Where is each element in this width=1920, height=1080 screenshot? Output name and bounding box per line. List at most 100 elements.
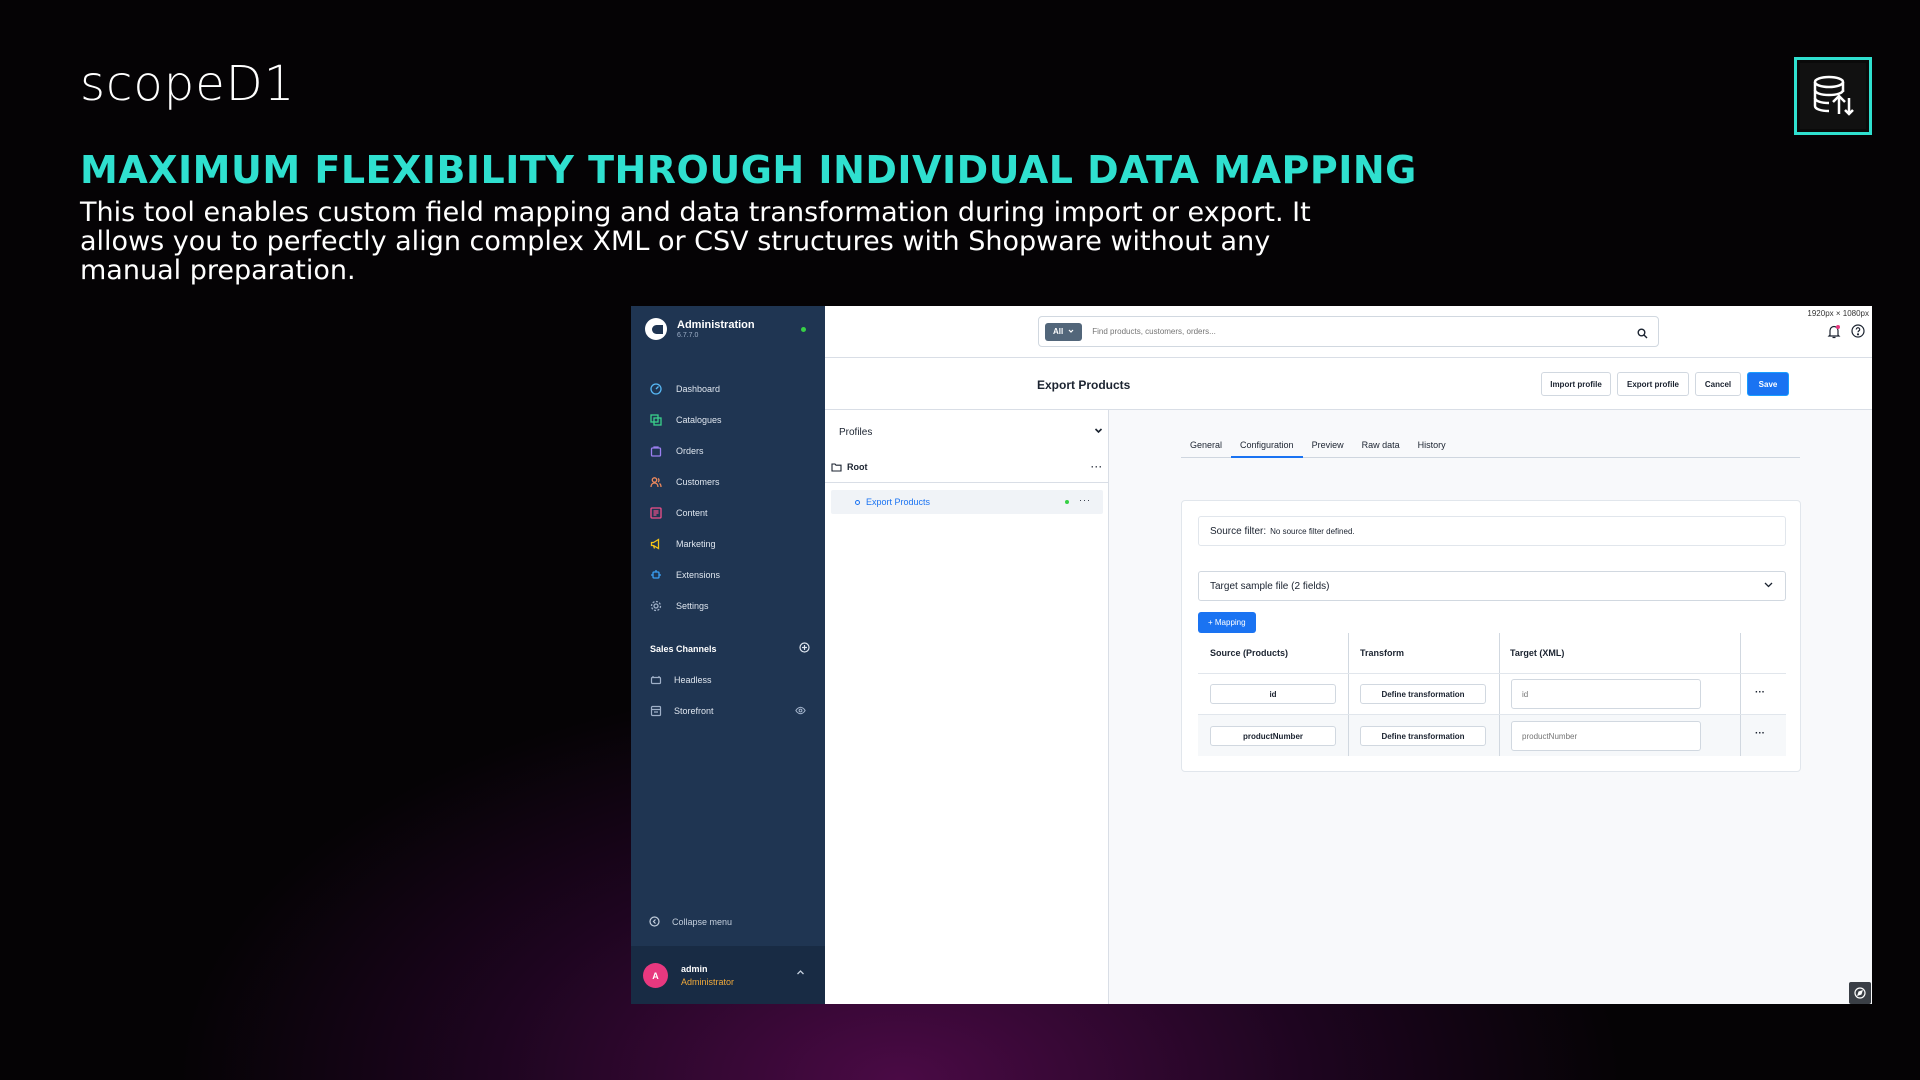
profiles-dropdown[interactable]: Profiles (839, 426, 1103, 438)
help-icon[interactable] (1851, 324, 1865, 343)
sales-channels-list: Headless Storefront (649, 664, 809, 726)
divider (825, 482, 1109, 483)
table-row: productNumber Define transformation ··· (1198, 715, 1786, 756)
sidebar-item-customers[interactable]: Customers (649, 466, 817, 497)
source-filter-value: No source filter defined. (1270, 526, 1355, 536)
sidebar-header[interactable]: Administration 6.7.7.0 (645, 318, 755, 340)
sidebar-item-label: Content (676, 507, 708, 518)
tab-configuration[interactable]: Configuration (1231, 440, 1303, 458)
tree-root-folder[interactable]: Root ··· (831, 462, 1103, 472)
export-profile-button[interactable]: Export profile (1617, 372, 1689, 396)
sidebar-item-label: Dashboard (676, 383, 721, 394)
sales-channel-label: Headless (674, 674, 712, 685)
resolution-note: 1920px × 1080px (1807, 309, 1869, 318)
column-header-transform: Transform (1360, 648, 1405, 658)
define-transformation-button[interactable]: Define transformation (1360, 684, 1486, 704)
tab-preview[interactable]: Preview (1303, 440, 1353, 458)
row-more-options-icon[interactable]: ··· (1755, 728, 1765, 739)
sidebar-item-extensions[interactable]: Extensions (649, 559, 817, 590)
sidebar-item-label: Orders (676, 445, 704, 456)
page-header: Export Products Import profile Export pr… (825, 358, 1872, 410)
page-headline: MAXIMUM FLEXIBILITY THROUGH INDIVIDUAL D… (80, 148, 1417, 192)
sales-channel-headless[interactable]: Headless (649, 664, 809, 695)
global-search[interactable]: All (1038, 316, 1659, 347)
marketing-icon (649, 537, 662, 550)
bullet-icon (855, 499, 860, 505)
headless-icon (649, 673, 662, 686)
chevron-down-icon (1068, 327, 1074, 336)
shopware-logo-icon (645, 318, 667, 340)
sales-channel-storefront[interactable]: Storefront (649, 695, 809, 726)
chevron-down-icon (1763, 579, 1774, 593)
sidebar-item-label: Settings (676, 600, 709, 611)
sales-channel-label: Storefront (674, 705, 714, 716)
source-field[interactable]: productNumber (1210, 726, 1336, 746)
intro-text: This tool enables custom field mapping a… (80, 197, 1311, 286)
content-icon (649, 506, 662, 519)
tab-general[interactable]: General (1181, 440, 1231, 458)
sidebar: Administration 6.7.7.0 Dashboard Catalog… (631, 306, 825, 1004)
admin-title: Administration (677, 319, 755, 331)
admin-version: 6.7.7.0 (677, 332, 699, 339)
table-header: Source (Products) Transform Target (XML) (1198, 633, 1786, 674)
online-status-dot (801, 327, 806, 332)
active-status-dot (1065, 500, 1069, 504)
database-export-icon (1813, 75, 1854, 116)
add-sales-channel-icon[interactable] (799, 642, 810, 655)
mapping-card: Source filter: No source filter defined.… (1181, 500, 1801, 772)
notification-bell-icon[interactable] (1827, 324, 1841, 344)
user-menu[interactable]: A admin Administrator (631, 946, 825, 1004)
table-row: id Define transformation ··· (1198, 674, 1786, 715)
cancel-button[interactable]: Cancel (1695, 372, 1741, 396)
collapse-menu-button[interactable]: Collapse menu (649, 916, 732, 927)
extensions-icon (649, 568, 662, 581)
eye-icon[interactable] (795, 705, 806, 718)
sidebar-item-label: Extensions (676, 569, 721, 580)
target-sample-select[interactable]: Target sample file (2 fields) (1198, 571, 1786, 601)
tab-bar: General Configuration Preview Raw data H… (1181, 440, 1800, 458)
sidebar-item-catalogues[interactable]: Catalogues (649, 404, 817, 435)
target-field-input[interactable] (1511, 679, 1701, 709)
search-scope-label: All (1053, 327, 1064, 336)
tree-item-export-products[interactable]: Export Products ··· (831, 490, 1103, 514)
define-transformation-button[interactable]: Define transformation (1360, 726, 1486, 746)
tab-history[interactable]: History (1409, 440, 1455, 458)
customers-icon (649, 475, 662, 488)
column-header-target: Target (XML) (1510, 648, 1565, 658)
top-bar: All 1920px × 1080px (825, 306, 1872, 358)
search-icon[interactable] (1637, 326, 1648, 344)
row-more-options-icon[interactable]: ··· (1755, 687, 1765, 698)
page-title: Export Products (1037, 378, 1131, 392)
sidebar-item-content[interactable]: Content (649, 497, 817, 528)
sidebar-nav: Dashboard Catalogues Orders Customers Co… (649, 373, 817, 621)
sidebar-item-orders[interactable]: Orders (649, 435, 817, 466)
column-header-source: Source (Products) (1210, 648, 1289, 658)
search-input[interactable] (1092, 327, 1613, 336)
sidebar-item-settings[interactable]: Settings (649, 590, 817, 621)
sidebar-item-label: Customers (676, 476, 720, 487)
sidebar-item-marketing[interactable]: Marketing (649, 528, 817, 559)
target-field-input[interactable] (1511, 721, 1701, 751)
source-filter-field[interactable]: Source filter: No source filter defined. (1198, 516, 1786, 546)
search-scope-select[interactable]: All (1045, 322, 1083, 341)
import-profile-button[interactable]: Import profile (1541, 372, 1611, 396)
folder-icon (831, 462, 842, 472)
sidebar-item-label: Catalogues (676, 414, 722, 425)
save-button[interactable]: Save (1747, 372, 1789, 396)
compass-icon[interactable] (1849, 982, 1871, 1004)
more-options-icon[interactable]: ··· (1091, 462, 1103, 472)
source-field[interactable]: id (1210, 684, 1336, 704)
more-options-icon[interactable]: ··· (1079, 495, 1091, 505)
sidebar-item-dashboard[interactable]: Dashboard (649, 373, 817, 404)
profiles-tree: Profiles Root ··· Export Products ··· (825, 410, 1109, 1004)
add-mapping-button[interactable]: + Mapping (1198, 612, 1256, 633)
settings-icon (649, 599, 662, 612)
tab-raw-data[interactable]: Raw data (1353, 440, 1409, 458)
sales-channels-header: Sales Channels (650, 642, 810, 655)
target-sample-value: Target sample file (2 fields) (1210, 580, 1330, 592)
user-name: admin (681, 964, 708, 974)
brand-logo: scopeD1 (80, 56, 296, 112)
catalogue-icon (649, 413, 662, 426)
chevron-up-icon (796, 968, 805, 979)
mapping-table: Source (Products) Transform Target (XML)… (1198, 633, 1786, 756)
